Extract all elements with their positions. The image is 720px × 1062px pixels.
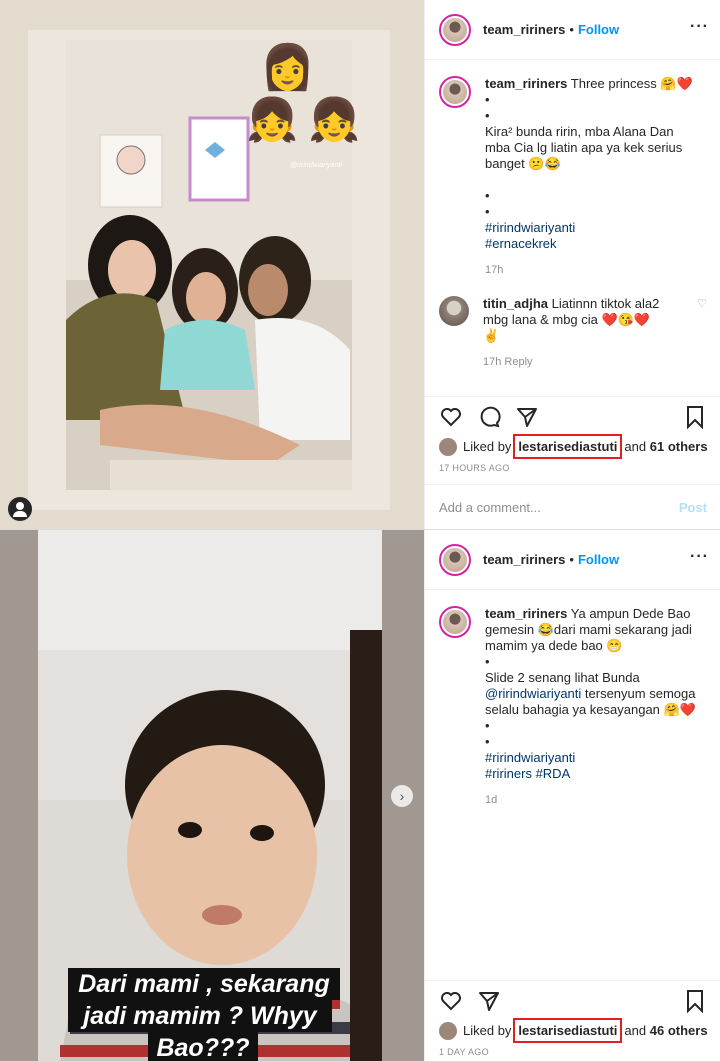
likes-others-link[interactable]: 46 others [650, 1023, 708, 1038]
post-header: team_ririners • Follow ··· [425, 0, 720, 60]
comment-meta[interactable]: 17h Reply [483, 354, 691, 370]
caption-line: • [485, 108, 490, 123]
share-icon[interactable] [515, 405, 539, 429]
likes-suffix: and [624, 439, 647, 454]
caption-line: Slide 2 senang lihat Bunda [485, 670, 640, 685]
caption-comment: team_ririners Ya ampun Dede Bao gemesin … [439, 606, 707, 808]
comment-icon[interactable] [477, 405, 501, 429]
bookmark-icon[interactable] [683, 989, 707, 1013]
username-link[interactable]: team_ririners [483, 552, 565, 567]
caption-line: mba Cia lg liatin apa ya kek serius [485, 140, 683, 155]
separator-dot: • [569, 22, 574, 37]
post-2: Dari mami , sekarang jadi mamim ? Whyy B… [0, 530, 720, 1062]
avatar[interactable] [439, 543, 471, 576]
caption-line: • [485, 654, 490, 669]
caption-line: • [485, 204, 490, 219]
avatar[interactable] [439, 1021, 457, 1040]
follow-button[interactable]: Follow [578, 22, 619, 37]
post-1-side-panel: team_ririners • Follow ··· team_ririners… [424, 0, 720, 529]
caption-line: mamim ya dede bao 😁 [485, 638, 623, 653]
hashtag-link[interactable]: #ririners #RDA [485, 766, 707, 782]
avatar[interactable] [439, 76, 471, 108]
video-subtitle-line: Dari mami , sekarang [78, 970, 330, 998]
caption-comment: team_ririners Three princess 🤗❤️ • • Kir… [439, 76, 707, 278]
caption-username[interactable]: team_ririners [485, 606, 567, 621]
mention-link[interactable]: @ririndwiariyanti [485, 686, 581, 701]
post-comment-button[interactable]: Post [679, 500, 707, 515]
avatar[interactable] [439, 296, 469, 326]
user-tag-icon[interactable] [8, 497, 32, 521]
caption-text: tersenyum semoga [584, 686, 696, 701]
comment-like-icon[interactable]: ♡ [697, 296, 707, 312]
share-icon[interactable] [477, 989, 501, 1013]
post-1-image[interactable]: 👩 👧 👧 @ririndwiariyanti [0, 0, 424, 529]
likes-others-link[interactable]: 61 others [650, 439, 708, 454]
liked-by-user-link[interactable]: lestarisediastuti [513, 1018, 623, 1043]
avatar[interactable] [439, 13, 471, 46]
add-comment-input[interactable]: Add a comment... [439, 500, 541, 515]
post-2-video[interactable]: Dari mami , sekarang jadi mamim ? Whyy B… [0, 530, 424, 1061]
add-comment-bar: Add a comment... Post [425, 484, 720, 529]
comments-section[interactable]: team_ririners Three princess 🤗❤️ • • Kir… [425, 60, 720, 386]
svg-text:👧: 👧 [246, 95, 298, 144]
next-slide-button[interactable]: › [391, 785, 413, 807]
more-options-icon[interactable]: ··· [690, 548, 709, 566]
username-link[interactable]: team_ririners [483, 22, 565, 37]
more-options-icon[interactable]: ··· [690, 18, 709, 36]
caption-text: Three princess 🤗❤️ [570, 76, 693, 91]
post-2-side-panel: team_ririners • Follow ··· team_ririners… [424, 530, 720, 1061]
follow-button[interactable]: Follow [578, 552, 619, 567]
likes-prefix: Liked by [463, 439, 512, 454]
chevron-right-icon: › [399, 788, 405, 804]
hashtag-link[interactable]: #ririndwiariyanti [485, 220, 707, 236]
svg-text:👩: 👩 [260, 42, 315, 92]
caption-line [485, 172, 707, 188]
post-2-photo: Dari mami , sekarang jadi mamim ? Whyy B… [0, 530, 424, 1061]
likes-summary: Liked by lestarisediastuti and 61 others [439, 434, 708, 459]
caption-line: • [485, 734, 490, 749]
avatar[interactable] [439, 606, 471, 638]
caption-line: selalu bahagia ya kesayangan 🤗❤️ [485, 702, 696, 717]
comments-section[interactable]: team_ririners Ya ampun Dede Bao gemesin … [425, 590, 720, 824]
caption-line: Kira² bunda ririn, mba Alana Dan [485, 124, 674, 139]
comment-username[interactable]: titin_adjha [483, 296, 548, 311]
avatar[interactable] [439, 437, 457, 456]
likes-suffix: and [624, 1023, 647, 1038]
comment-line: ✌️ [483, 328, 500, 343]
separator-dot: • [569, 552, 574, 567]
caption-line: • [485, 718, 490, 733]
post-header: team_ririners • Follow ··· [425, 530, 720, 590]
like-icon[interactable] [439, 989, 463, 1013]
likes-summary: Liked by lestarisediastuti and 46 others [439, 1018, 708, 1043]
comment-line: mbg lana & mbg cia ❤️😘❤️ [483, 312, 651, 327]
caption-line: gemesin 😂dari mami sekarang jadi [485, 622, 692, 637]
caption-time[interactable]: 1d [485, 792, 707, 808]
post-timestamp[interactable]: 17 HOURS AGO [439, 463, 510, 473]
bookmark-icon[interactable] [683, 405, 707, 429]
comment-item: titin_adjha Liatinnn tiktok ala2 mbg lan… [439, 296, 707, 370]
post-1-photo: 👩 👧 👧 @ririndwiariyanti [0, 0, 424, 529]
caption-time[interactable]: 17h [485, 262, 707, 278]
caption-line: banget 😕😂 [485, 156, 561, 171]
post-timestamp[interactable]: 1 DAY AGO [439, 1047, 489, 1057]
hashtag-link[interactable]: #ernacekrek [485, 236, 707, 252]
likes-prefix: Liked by [463, 1023, 512, 1038]
action-bar [425, 396, 720, 436]
hashtag-link[interactable]: #ririndwiariyanti [485, 750, 707, 766]
caption-username[interactable]: team_ririners [485, 76, 567, 91]
action-bar [425, 980, 720, 1020]
post-1: 👩 👧 👧 @ririndwiariyanti team_ririners • … [0, 0, 720, 530]
caption-line: • [485, 188, 490, 203]
liked-by-user-link[interactable]: lestarisediastuti [513, 434, 623, 459]
like-icon[interactable] [439, 405, 463, 429]
watermark: @ririndwiariyanti [290, 162, 342, 169]
video-subtitle-line: jadi mamim ? Whyy [80, 1002, 317, 1030]
svg-text:👧: 👧 [308, 95, 360, 144]
comment-text: Liatinnn tiktok ala2 [551, 296, 660, 311]
caption-text: Ya ampun Dede Bao [570, 606, 691, 621]
caption-line: • [485, 92, 490, 107]
video-subtitle-line: Bao??? [156, 1034, 249, 1061]
